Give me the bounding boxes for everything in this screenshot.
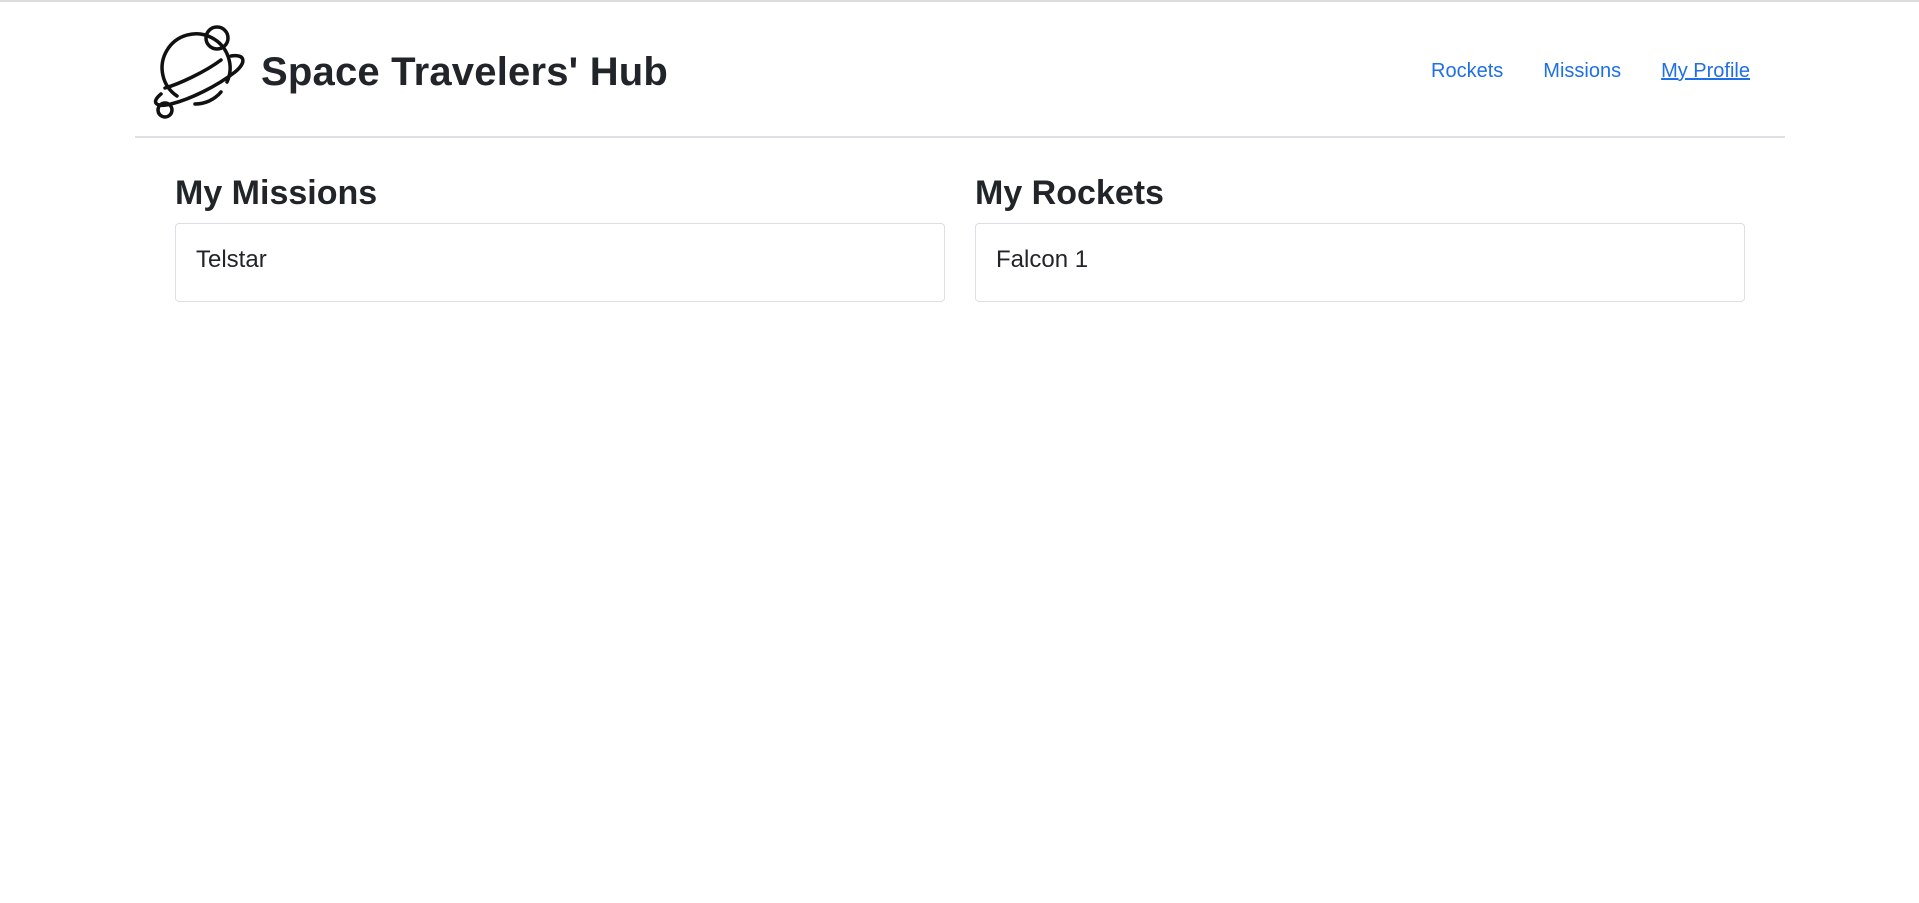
main-nav: Rockets Missions My Profile — [1431, 60, 1750, 83]
my-rockets-heading: My Rockets — [975, 174, 1164, 212]
my-rockets-section: My Rockets Falcon 1 — [975, 172, 1745, 302]
my-missions-section: My Missions Telstar — [175, 172, 945, 302]
list-item: Telstar — [196, 246, 267, 273]
site-header: Space Travelers' Hub Rockets Missions My… — [135, 2, 1785, 138]
site-title: Space Travelers' Hub — [261, 49, 669, 94]
my-rockets-list: Falcon 1 — [975, 223, 1745, 302]
nav-link-missions[interactable]: Missions — [1543, 60, 1621, 83]
brand[interactable]: Space Travelers' Hub — [147, 22, 668, 122]
list-item: Falcon 1 — [996, 246, 1089, 273]
planet-logo-icon — [153, 25, 245, 119]
nav-link-rockets[interactable]: Rockets — [1431, 60, 1503, 83]
my-missions-list: Telstar — [175, 223, 945, 302]
nav-link-my-profile[interactable]: My Profile — [1661, 60, 1750, 83]
my-missions-heading: My Missions — [175, 174, 378, 212]
